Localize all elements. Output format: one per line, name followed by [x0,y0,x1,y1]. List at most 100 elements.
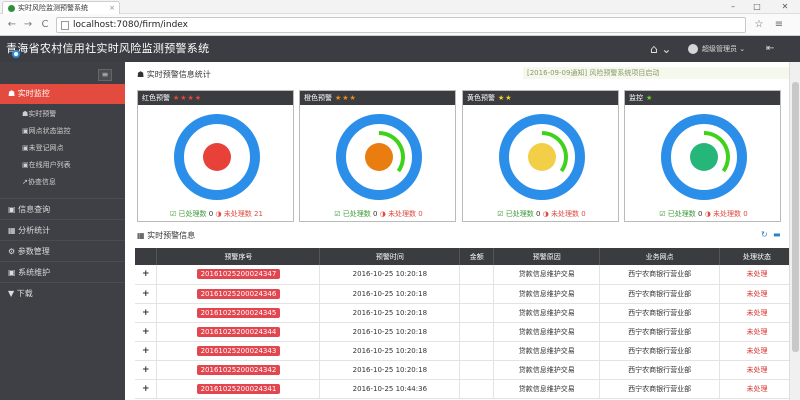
sidebar-subitem-assist-info[interactable]: ↗协查信息 [22,176,56,189]
refresh-icon[interactable]: ↻ [761,230,768,239]
alert-serial-text[interactable]: 20161025200024347 [196,269,281,280]
browser-tab[interactable]: 实时风险监测预警系统 × [2,1,120,14]
processed-count: 0 [373,210,378,218]
browser-menu-icon[interactable]: ≡ [772,18,786,32]
table-row[interactable]: +20161025200024346 2016-10-25 10:20:18 贷款信… [135,284,795,304]
expand-row-button[interactable]: + [135,322,158,342]
sidebar-subitem-unregistered-branch[interactable]: ▣未登记网点 [22,142,64,155]
alert-serial-text[interactable]: 20161025200024342 [196,364,281,375]
unprocessed-count: 21 [254,210,263,218]
table-row[interactable]: +20161025200024347 2016-10-25 10:20:18 贷款信… [135,265,795,285]
scrollbar-thumb[interactable] [792,82,799,352]
amount [459,341,495,361]
expand-row-button-text[interactable]: + [142,384,150,394]
address-bar[interactable]: localhost:7080/firm/index [56,17,746,33]
sidebar-subitem-online-users[interactable]: ▣在线用户列表 [22,159,71,172]
notice-banner[interactable]: [2016-09-09通知] 风险预警系统项目启动 [523,67,793,79]
expand-row-button[interactable]: + [135,379,158,399]
alert-reason: 贷款信息维护交易 [493,360,601,380]
alert-time-text: 2016-10-25 10:20:18 [352,346,428,355]
alert-serial-text[interactable]: 20161025200024341 [196,383,281,394]
alert-reason: 贷款信息维护交易 [493,379,601,399]
sidebar-item-realtime-monitor[interactable]: ☗ 实时监控 [0,84,125,104]
expand-row-button-text[interactable]: + [142,308,150,318]
alert-serial-text[interactable]: 20161025200024343 [196,345,281,356]
logout-icon[interactable]: ⇤ [766,42,774,56]
window-minimize-button[interactable]: – [722,0,744,14]
app-title: 青海省农村信用社实时风险监测预警系统 [6,42,210,55]
expand-row-button-text[interactable]: + [142,346,150,356]
processed-count: 0 [208,210,214,218]
sidebar-item-analysis[interactable]: ▦ 分析统计 [0,219,125,240]
page-scrollbar[interactable] [789,62,800,400]
alert-time: 2016-10-25 10:20:18 [319,284,461,304]
sidebar-subitem-branch-status[interactable]: ▣网点状态监控 [22,125,71,138]
expand-row-button[interactable]: + [135,303,158,323]
alert-time-text: 2016-10-25 10:44:36 [352,384,428,393]
branch: 西宁农商银行营业部 [599,360,721,380]
alert-reason-text: 贷款信息维护交易 [518,365,575,374]
table-row[interactable]: +20161025200024342 2016-10-25 10:20:18 贷款信… [135,360,795,380]
branch-text: 西宁农商银行营业部 [628,346,692,355]
alert-reason: 贷款信息维护交易 [493,303,601,323]
alert-reason: 贷款信息维护交易 [493,322,601,342]
alert-serial: 20161025200024344 [156,322,321,342]
sidebar-collapse-button[interactable]: ≡ [98,69,112,81]
loading-cursor-icon [12,50,20,58]
back-button[interactable]: ← [5,18,19,32]
window-close-button[interactable]: ✕ [770,0,800,14]
expand-row-button[interactable]: + [135,341,158,361]
sidebar: ≡ ☗ 实时监控 ☗实时预警 ▣网点状态监控 ▣未登记网点 ▣在线用户列表 ↗协… [0,62,125,400]
expand-row-button-text[interactable]: + [142,327,150,337]
window-maximize-button[interactable]: □ [746,0,768,14]
tab-close-icon[interactable]: × [109,4,115,12]
alert-time-text: 2016-10-25 10:20:18 [352,289,428,298]
alert-serial: 20161025200024342 [156,360,321,380]
branch-text: 西宁农商银行营业部 [628,384,692,393]
expand-row-button[interactable]: + [135,284,158,304]
home-icon[interactable]: ⌂ ⌄ [650,42,672,56]
alert-serial-text[interactable]: 20161025200024346 [196,288,281,299]
expand-row-button[interactable]: + [135,265,158,285]
process-status-text: 未处理 [746,365,768,374]
alert-card-orange: 橙色预警 ★★★ ☑ 已处理数 0 ◑ 未处理数 0 [299,90,456,222]
process-status-text: 未处理 [746,270,768,279]
card-header: 监控 ★ [625,91,780,105]
forward-button[interactable]: → [21,18,35,32]
alert-serial-text[interactable]: 20161025200024345 [196,307,281,318]
sidebar-item-system[interactable]: ▣ 系统维护 [0,261,125,282]
sidebar-item-params[interactable]: ⚙ 参数管理 [0,240,125,261]
user-menu[interactable]: 超级管理员 ⌄ [688,42,745,56]
expand-row-button-text[interactable]: + [142,365,150,375]
processed-label: ☑ 已处理数 [334,210,371,218]
gauge-center-dot [690,143,718,171]
alert-serial-text[interactable]: 20161025200024344 [196,326,281,337]
table-row[interactable]: +20161025200024345 2016-10-25 10:20:18 贷款信… [135,303,795,323]
expand-row-button[interactable]: + [135,360,158,380]
process-status: 未处理 [719,341,795,361]
alert-serial: 20161025200024343 [156,341,321,361]
table-row[interactable]: +20161025200024343 2016-10-25 10:20:18 贷款信… [135,341,795,361]
alert-reason-text: 贷款信息维护交易 [518,384,575,393]
bookmark-star-icon[interactable]: ☆ [752,18,766,32]
reload-button[interactable]: C [38,18,52,32]
sidebar-subitem-realtime-alert[interactable]: ☗实时预警 [22,108,56,121]
gauge-center-dot [203,143,231,171]
unprocessed-count: 0 [581,210,586,218]
alert-time-text: 2016-10-25 10:20:18 [352,308,428,317]
page-icon [61,21,69,30]
minimize-panel-icon[interactable]: ▬ [773,230,781,239]
card-counts: ☑ 已处理数 0 ◑ 未处理数 0 [300,209,457,219]
process-status: 未处理 [719,360,795,380]
sidebar-item-download[interactable]: ▼ 下载 [0,282,125,303]
table-row[interactable]: +20161025200024341 2016-10-25 10:44:36 贷款信… [135,379,795,399]
alert-time: 2016-10-25 10:20:18 [319,322,461,342]
expand-row-button-text[interactable]: + [142,269,150,279]
alert-reason-text: 贷款信息维护交易 [518,289,575,298]
sidebar-item-info-query[interactable]: ▣ 信息查询 [0,198,125,219]
process-status: 未处理 [719,303,795,323]
branch: 西宁农商银行营业部 [599,284,721,304]
alert-serial: 20161025200024347 [156,265,321,285]
table-row[interactable]: +20161025200024344 2016-10-25 10:20:18 贷款信… [135,322,795,342]
expand-row-button-text[interactable]: + [142,289,150,299]
